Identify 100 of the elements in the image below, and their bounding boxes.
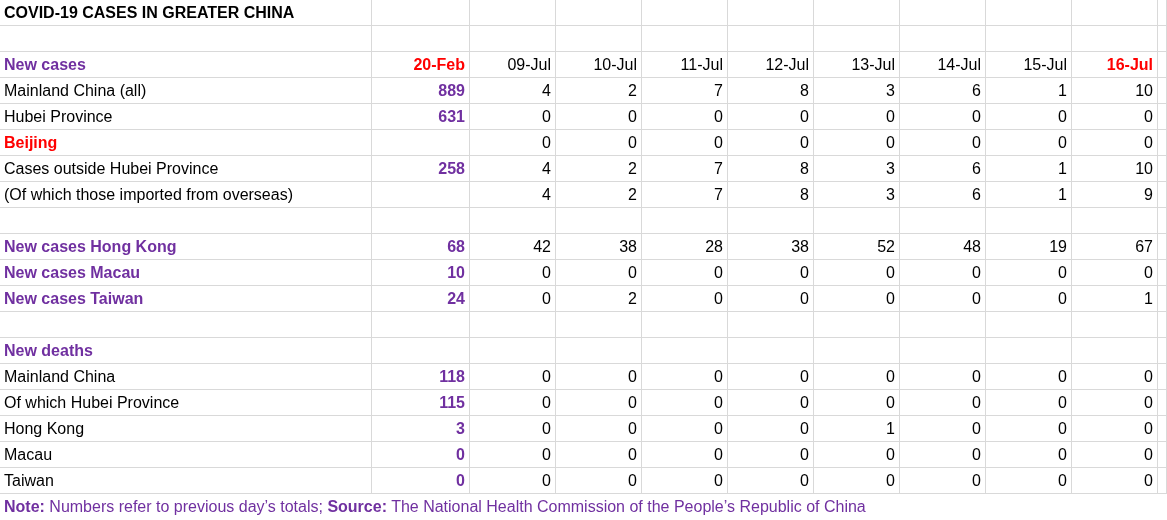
table-cell: 8: [728, 156, 814, 182]
table-cell: 4: [470, 78, 556, 104]
table-cell: 0: [814, 104, 900, 130]
table-cell: 68: [372, 234, 470, 260]
row-label: Cases outside Hubei Province: [0, 156, 372, 182]
table-cell: 0: [372, 442, 470, 468]
row-label: Beijing: [0, 130, 372, 156]
table-cell: 3: [814, 182, 900, 208]
table-cell: 48: [900, 234, 986, 260]
table-cell: 0: [728, 468, 814, 494]
table-cell: 0: [814, 442, 900, 468]
table-cell: 118: [372, 364, 470, 390]
table-cell: 0: [814, 286, 900, 312]
table-cell: 67: [1072, 234, 1158, 260]
empty-cell: [1158, 286, 1167, 312]
column-header: 10-Jul: [556, 52, 642, 78]
table-cell: 0: [900, 416, 986, 442]
empty-cell: [1158, 390, 1167, 416]
table-cell: 0: [470, 468, 556, 494]
column-header: 20-Feb: [372, 52, 470, 78]
row-label: Hubei Province: [0, 104, 372, 130]
table-cell: 7: [642, 156, 728, 182]
table-cell: 0: [372, 468, 470, 494]
table-cell: 10: [1072, 78, 1158, 104]
table-cell: 0: [642, 468, 728, 494]
table-cell: 0: [728, 130, 814, 156]
row-label: Hong Kong: [0, 416, 372, 442]
table-cell: 42: [470, 234, 556, 260]
table-cell: 38: [728, 234, 814, 260]
empty-cell: [1158, 364, 1167, 390]
empty-cell: [1158, 468, 1167, 494]
table-cell: 0: [556, 364, 642, 390]
table-cell: 0: [986, 442, 1072, 468]
table-cell: 10: [372, 260, 470, 286]
table-cell: 0: [1072, 390, 1158, 416]
table-cell: 9: [1072, 182, 1158, 208]
table-cell: 0: [556, 416, 642, 442]
table-cell: 3: [814, 156, 900, 182]
row-label: New cases Taiwan: [0, 286, 372, 312]
table-cell: 0: [470, 130, 556, 156]
table-cell: 19: [986, 234, 1072, 260]
table-cell: 2: [556, 286, 642, 312]
empty-cell: [1158, 0, 1167, 26]
table-cell: 1: [814, 416, 900, 442]
row-label: New cases Macau: [0, 260, 372, 286]
table-cell: 8: [728, 182, 814, 208]
table-cell: 0: [986, 390, 1072, 416]
empty-cell: [1158, 442, 1167, 468]
table-cell: 1: [986, 78, 1072, 104]
empty-cell: [1158, 182, 1167, 208]
table-cell: 0: [642, 260, 728, 286]
column-header: 11-Jul: [642, 52, 728, 78]
table-cell: 0: [814, 130, 900, 156]
row-label: Macau: [0, 442, 372, 468]
table-cell: 8: [728, 78, 814, 104]
table-cell: 0: [986, 416, 1072, 442]
table-cell: 52: [814, 234, 900, 260]
empty-cell: [1158, 52, 1167, 78]
table-cell: 0: [642, 390, 728, 416]
table-cell: 28: [642, 234, 728, 260]
empty-cell: [1158, 26, 1167, 52]
table-cell: 38: [556, 234, 642, 260]
table-cell: 0: [1072, 130, 1158, 156]
table-cell: 6: [900, 182, 986, 208]
table-cell: 0: [1072, 468, 1158, 494]
empty-cell: [1158, 312, 1167, 338]
empty-cell: [1158, 338, 1167, 364]
table-cell: 0: [556, 104, 642, 130]
table-cell: 3: [372, 416, 470, 442]
table-cell: 0: [556, 130, 642, 156]
empty-cell: [1158, 130, 1167, 156]
table-cell: 7: [642, 78, 728, 104]
table-cell: 0: [728, 390, 814, 416]
table-cell: 24: [372, 286, 470, 312]
table-cell: 0: [642, 364, 728, 390]
column-header: 15-Jul: [986, 52, 1072, 78]
table-cell: 0: [728, 104, 814, 130]
row-label: New deaths: [0, 338, 372, 364]
empty-cell: [1158, 78, 1167, 104]
table-cell: 0: [986, 130, 1072, 156]
table-cell: 631: [372, 104, 470, 130]
table-cell: 0: [814, 260, 900, 286]
empty-cell: [1158, 234, 1167, 260]
table-cell: 0: [900, 260, 986, 286]
column-header: New cases: [0, 52, 372, 78]
table-cell: 0: [556, 442, 642, 468]
empty-cell: [1158, 104, 1167, 130]
table-cell: 0: [1072, 364, 1158, 390]
column-header: 12-Jul: [728, 52, 814, 78]
table-cell: 4: [470, 156, 556, 182]
table-cell: 6: [900, 156, 986, 182]
column-header: 13-Jul: [814, 52, 900, 78]
table-cell: 0: [1072, 442, 1158, 468]
table-cell: 0: [814, 364, 900, 390]
table-cell: 0: [728, 442, 814, 468]
column-header: 09-Jul: [470, 52, 556, 78]
table-cell: 0: [986, 468, 1072, 494]
table-cell: 0: [986, 364, 1072, 390]
table-cell: 0: [470, 416, 556, 442]
sheet-title: COVID-19 CASES IN GREATER CHINA: [0, 0, 372, 26]
